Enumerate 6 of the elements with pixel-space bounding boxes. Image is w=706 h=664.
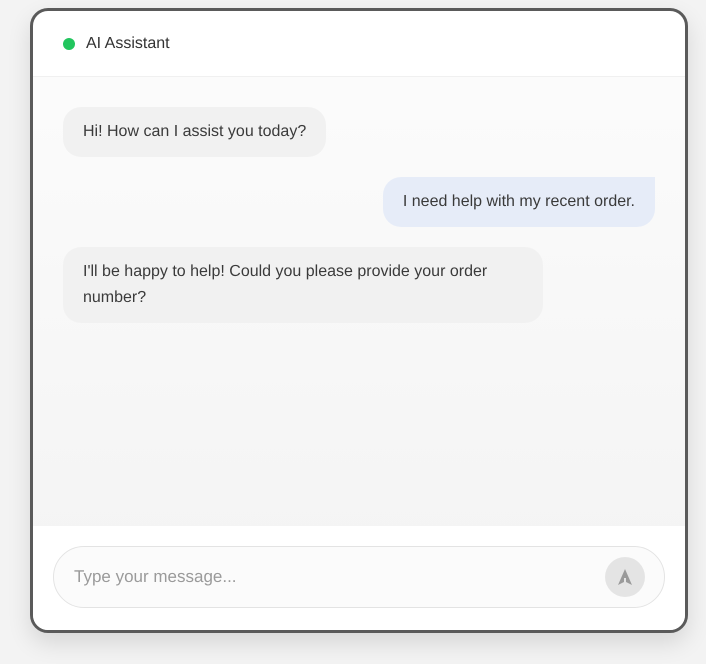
assistant-message: Hi! How can I assist you today? — [63, 107, 326, 157]
send-icon — [617, 568, 633, 586]
message-input[interactable]: Type your message... — [53, 546, 665, 608]
user-message: I need help with my recent order. — [382, 177, 655, 227]
chat-title: AI Assistant — [86, 34, 170, 52]
assistant-message: I'll be happy to help! Could you please provide your order number? — [63, 247, 543, 323]
